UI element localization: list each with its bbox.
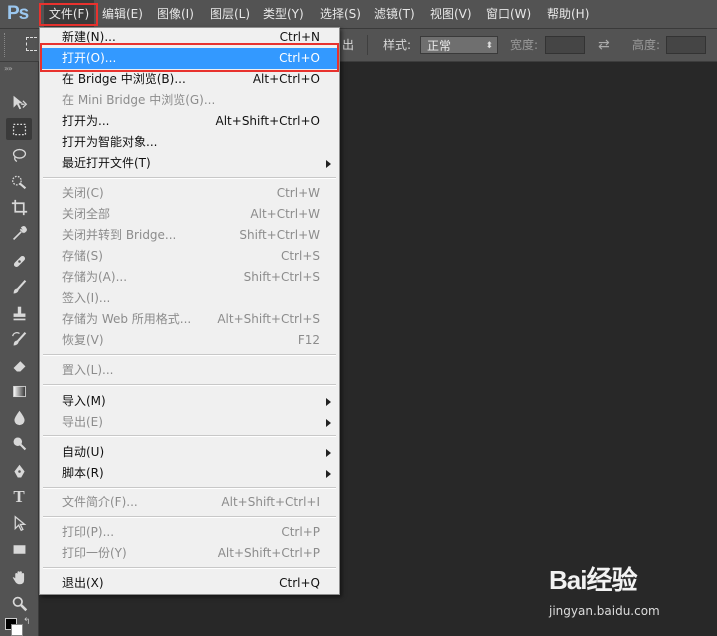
clone-stamp-tool-icon[interactable] [6,302,32,324]
submenu-arrow-icon [326,160,331,168]
eraser-tool-icon[interactable] [6,354,32,376]
submenu-arrow-icon [326,419,331,427]
menu-item-print[interactable]: 打印(P)... Ctrl+P [41,522,338,543]
marquee-preset-icon[interactable] [26,37,37,51]
menu-item-save[interactable]: 存储(S) Ctrl+S [41,246,338,267]
baidu-jingyan-watermark: Bai经验 jingyan.baidu.com [549,560,709,630]
swap-arrows-icon[interactable]: ⇄ [598,29,610,61]
options-divider [367,35,368,55]
file-menu-dropdown: 新建(N)... Ctrl+N 打开(O)... Ctrl+O 在 Bridge 中… [39,27,340,595]
tools-panel: »» T ↰ [0,62,39,636]
select-arrow-icon: ⬍ [485,41,493,51]
menu-separator [43,487,336,489]
menu-item-save-for-web[interactable]: 存储为 Web 所用格式... Alt+Shift+Ctrl+S [41,309,338,330]
menu-separator [43,567,336,569]
menu-image[interactable]: 图像(I) [157,0,194,28]
menu-separator [43,354,336,356]
menu-item-file-info[interactable]: 文件简介(F)... Alt+Shift+Ctrl+I [41,492,338,513]
menu-bar: Ps 文件(F) 编辑(E) 图像(I) 图层(L) 类型(Y) 选择(S) 滤… [0,0,717,29]
menu-help[interactable]: 帮助(H) [547,0,589,28]
menu-file[interactable]: 文件(F) [44,0,94,28]
style-label: 样式: [383,38,412,52]
style-select-value: 正常 [427,39,452,53]
blur-tool-icon[interactable] [6,406,32,428]
menu-item-print-one-copy[interactable]: 打印一份(Y) Alt+Shift+Ctrl+P [41,543,338,564]
submenu-arrow-icon [326,449,331,457]
menu-separator [43,177,336,179]
menu-item-new[interactable]: 新建(N)... Ctrl+N [41,27,338,48]
menu-item-open-as[interactable]: 打开为... Alt+Shift+Ctrl+O [41,111,338,132]
path-selection-tool-icon[interactable] [6,512,32,534]
marquee-tool-icon[interactable] [6,118,32,140]
menu-item-close-go-bridge[interactable]: 关闭并转到 Bridge... Shift+Ctrl+W [41,225,338,246]
menu-item-recent-files[interactable]: 最近打开文件(T) [41,153,338,174]
menu-filter[interactable]: 滤镜(T) [374,0,415,28]
menu-item-check-in[interactable]: 签入(I)... [41,288,338,309]
menu-select[interactable]: 选择(S) [320,0,361,28]
hand-tool-icon[interactable] [6,566,32,588]
menu-type[interactable]: 类型(Y) [263,0,304,28]
menu-window[interactable]: 窗口(W) [486,0,531,28]
style-select[interactable]: 正常 ⬍ [420,36,498,54]
options-partial-label: 出 [342,38,355,52]
options-grip [4,33,9,57]
background-color-swatch[interactable] [11,624,23,636]
menu-item-place[interactable]: 置入(L)... [41,360,338,381]
menu-item-export[interactable]: 导出(E) [41,412,338,433]
menu-item-save-as[interactable]: 存储为(A)... Shift+Ctrl+S [41,267,338,288]
menu-separator [43,516,336,518]
menu-item-exit[interactable]: 退出(X) Ctrl+Q [41,573,338,594]
width-input[interactable] [545,36,585,54]
move-tool-icon[interactable] [6,91,32,113]
menu-view[interactable]: 视图(V) [430,0,472,28]
height-label: 高度: [632,38,661,52]
healing-brush-tool-icon[interactable] [6,250,32,272]
menu-item-scripts[interactable]: 脚本(R) [41,463,338,484]
menu-item-revert[interactable]: 恢复(V) F12 [41,330,338,351]
swap-colors-icon[interactable]: ↰ [23,617,31,627]
menu-separator [43,384,336,386]
width-label: 宽度: [510,38,539,52]
menu-item-close-all[interactable]: 关闭全部 Alt+Ctrl+W [41,204,338,225]
brush-tool-icon[interactable] [6,276,32,298]
dodge-tool-icon[interactable] [6,432,32,454]
panel-collapse-icon[interactable]: »» [4,64,13,73]
history-brush-tool-icon[interactable] [6,328,32,350]
menu-item-browse-bridge[interactable]: 在 Bridge 中浏览(B)... Alt+Ctrl+O [41,69,338,90]
submenu-arrow-icon [326,398,331,406]
menu-item-open[interactable]: 打开(O)... Ctrl+O [41,48,338,69]
menu-item-open-smart-object[interactable]: 打开为智能对象... [41,132,338,153]
watermark-logo-text: Bai经验 [549,565,637,595]
menu-edit[interactable]: 编辑(E) [102,0,143,28]
menu-item-automate[interactable]: 自动(U) [41,442,338,463]
menu-item-browse-mini-bridge[interactable]: 在 Mini Bridge 中浏览(G)... [41,90,338,111]
menu-item-close[interactable]: 关闭(C) Ctrl+W [41,183,338,204]
type-tool-icon[interactable]: T [6,486,32,508]
crop-tool-icon[interactable] [6,196,32,218]
submenu-arrow-icon [326,470,331,478]
lasso-tool-icon[interactable] [6,144,32,166]
menu-separator [43,435,336,437]
watermark-url: jingyan.baidu.com [549,604,660,618]
menu-item-import[interactable]: 导入(M) [41,391,338,412]
height-input[interactable] [666,36,706,54]
menu-layer[interactable]: 图层(L) [210,0,250,28]
shape-tool-icon[interactable] [6,538,32,560]
photoshop-logo: Ps [7,3,29,24]
quick-selection-tool-icon[interactable] [6,170,32,192]
zoom-tool-icon[interactable] [6,592,32,614]
eyedropper-tool-icon[interactable] [6,222,32,244]
gradient-tool-icon[interactable] [6,380,32,402]
pen-tool-icon[interactable] [6,460,32,482]
